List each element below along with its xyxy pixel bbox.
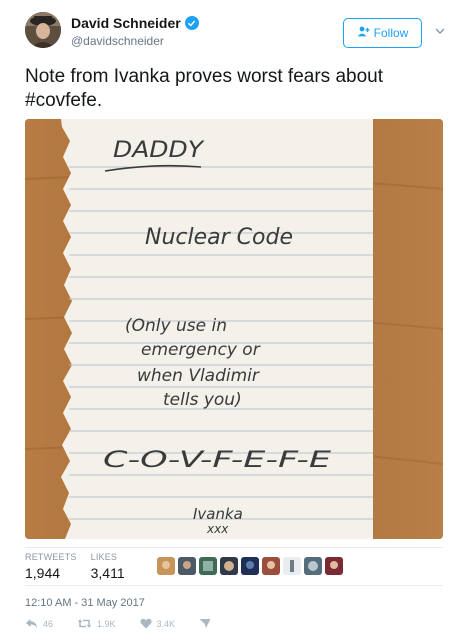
- liker-avatar[interactable]: [241, 557, 259, 575]
- note-line-when-vladimir: when Vladimir: [137, 366, 260, 386]
- verified-badge-icon: [184, 16, 199, 30]
- direct-message-button[interactable]: [199, 618, 211, 629]
- note-line-covfefe: C-O-V-F-E-F-E: [103, 448, 331, 473]
- tweet-text: Note from Ivanka proves worst fears abou…: [25, 66, 383, 111]
- liker-avatar[interactable]: [199, 557, 217, 575]
- likes-stat[interactable]: LIKES 3,411: [91, 552, 125, 586]
- retweets-value: 1,944: [25, 565, 61, 581]
- tweet-actions: 46 1.9K 3.4K: [25, 618, 235, 629]
- heart-icon: [139, 618, 152, 629]
- stats-divider-top: [25, 547, 443, 548]
- tweet-timestamp[interactable]: 12:10 AM - 31 May 2017: [25, 597, 145, 609]
- note-line-nuclear-code: Nuclear Code: [145, 225, 293, 250]
- note-kisses: xxx: [206, 522, 229, 536]
- liker-avatar[interactable]: [178, 557, 196, 575]
- retweet-icon: [77, 618, 92, 629]
- note-signature: Ivanka: [193, 505, 243, 523]
- retweets-stat[interactable]: RETWEETS 1,944: [25, 552, 77, 586]
- like-button[interactable]: 3.4K: [139, 618, 176, 629]
- stats-divider-bottom: [25, 585, 443, 586]
- direct-message-icon: [199, 618, 211, 629]
- follow-button-label: Follow: [373, 26, 409, 40]
- tweet-stats: RETWEETS 1,944 LIKES 3,411: [25, 552, 139, 586]
- tweet-header: David Schneider @davidschneider Follow: [25, 12, 455, 54]
- author-handle[interactable]: @davidschneider: [71, 34, 164, 48]
- tweet-photo[interactable]: DADDY Nuclear Code (Only use in emergenc…: [25, 119, 443, 539]
- liker-avatar[interactable]: [283, 557, 301, 575]
- follow-button[interactable]: Follow: [343, 18, 422, 48]
- like-count: 3.4K: [156, 618, 176, 629]
- liker-avatar[interactable]: [220, 557, 238, 575]
- note-line-daddy: DADDY: [113, 138, 205, 163]
- liker-avatar[interactable]: [325, 557, 343, 575]
- note-line-emergency: emergency or: [141, 340, 261, 360]
- retweet-button[interactable]: 1.9K: [77, 618, 116, 629]
- add-user-icon: [357, 26, 370, 40]
- author-name-row: David Schneider: [71, 15, 199, 31]
- liker-avatar[interactable]: [262, 557, 280, 575]
- reply-icon: [25, 618, 38, 629]
- author-avatar[interactable]: [25, 12, 61, 48]
- reply-button[interactable]: 46: [25, 618, 53, 629]
- retweet-count: 1.9K: [97, 618, 116, 629]
- likes-value: 3,411: [90, 565, 125, 581]
- note-line-tells-you: tells you): [163, 390, 242, 410]
- author-name[interactable]: David Schneider: [71, 15, 181, 31]
- liker-avatar[interactable]: [157, 557, 175, 575]
- liker-avatars: [157, 557, 343, 575]
- chevron-down-icon[interactable]: [433, 24, 447, 38]
- likes-label: LIKES: [90, 552, 118, 562]
- retweets-label: RETWEETS: [25, 552, 77, 562]
- note-line-only-use: (Only use in: [125, 316, 227, 336]
- liker-avatar[interactable]: [304, 557, 322, 575]
- reply-count: 46: [43, 618, 54, 629]
